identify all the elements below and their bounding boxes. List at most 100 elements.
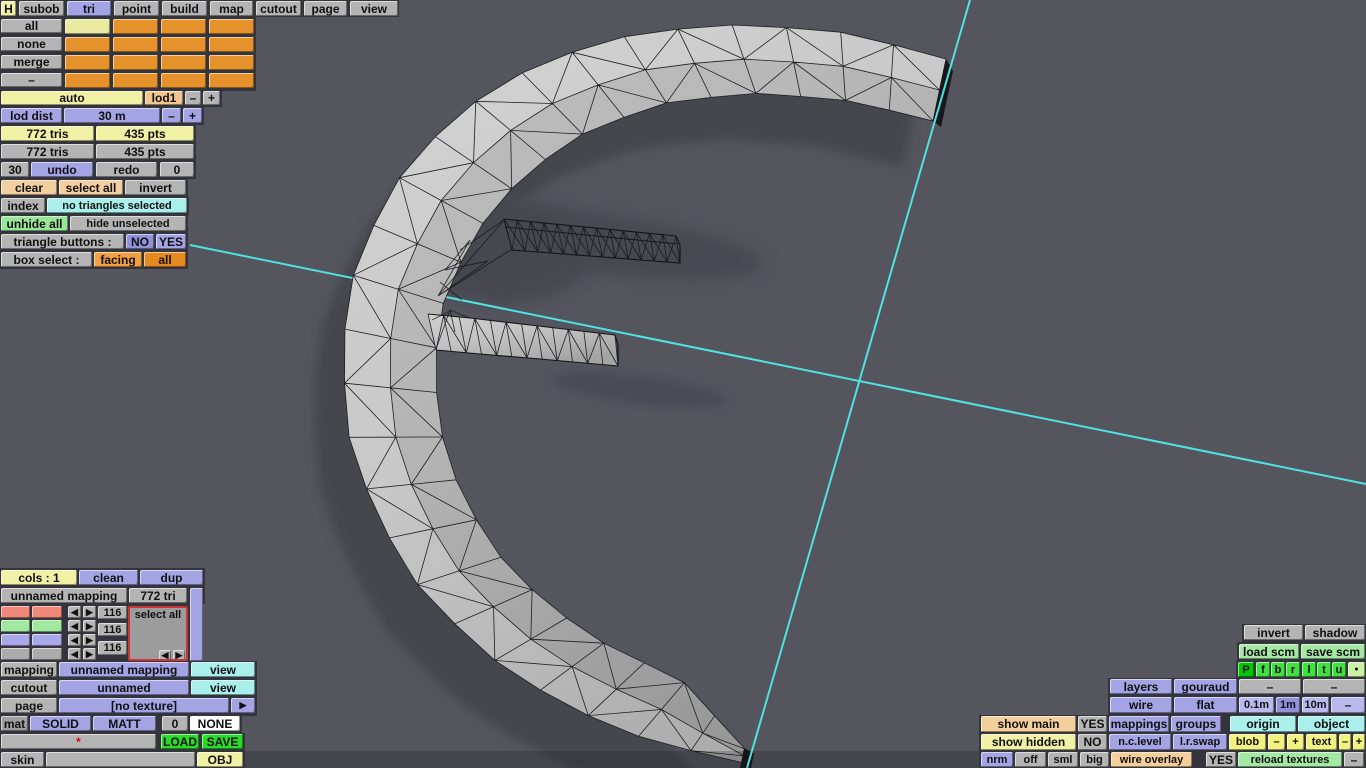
layers-button[interactable]: layers (1110, 679, 1172, 694)
channel-swatch[interactable] (32, 620, 62, 632)
mat-finish-button[interactable]: MATT (93, 716, 156, 731)
mat-texture[interactable]: NONE (190, 716, 240, 731)
channel-swatch[interactable] (1, 648, 30, 660)
arrow-right-icon[interactable]: ▶ (83, 648, 96, 660)
channel-swatch[interactable] (32, 634, 62, 646)
arrow-left-icon[interactable]: ◀ (68, 606, 81, 618)
page-row-label[interactable]: page (1, 698, 57, 713)
lod-dist-plus-button[interactable]: + (183, 108, 202, 123)
redo-button[interactable]: redo (96, 162, 157, 177)
show-main-toggle[interactable]: YES (1078, 716, 1107, 732)
channel-value[interactable]: 116 (98, 606, 127, 619)
subob-cell[interactable] (65, 55, 110, 70)
mapping-scrollbar[interactable] (190, 588, 203, 661)
tab-subob[interactable]: subob (19, 1, 64, 16)
channel-swatch[interactable] (1, 606, 30, 618)
channel-value[interactable]: 116 (98, 623, 127, 636)
view-letter-r[interactable]: r (1286, 662, 1300, 677)
blob-plus-button[interactable]: + (1287, 734, 1304, 750)
subob-cell[interactable] (209, 73, 254, 88)
grid-dash-button[interactable]: – (1331, 697, 1365, 713)
skin-value-field[interactable] (46, 752, 195, 767)
groups-button[interactable]: groups (1171, 716, 1221, 732)
channel-swatch[interactable] (32, 606, 62, 618)
origin-button[interactable]: origin (1230, 716, 1296, 732)
lod-plus-button[interactable]: + (203, 91, 220, 105)
cutout-view-button[interactable]: view (191, 680, 255, 695)
box-select-facing[interactable]: facing (94, 252, 142, 267)
invert-button[interactable]: invert (125, 180, 186, 195)
subob-cell[interactable] (209, 19, 254, 34)
channel-swatch[interactable] (1, 634, 30, 646)
object-button[interactable]: object (1298, 716, 1365, 732)
nrm-big-button[interactable]: big (1080, 752, 1109, 767)
lod-dist-minus-button[interactable]: – (162, 108, 181, 123)
undo-button[interactable]: undo (31, 162, 93, 177)
triangle-buttons-no[interactable]: NO (126, 234, 154, 249)
subob-cell[interactable] (65, 73, 110, 88)
tab-point[interactable]: point (114, 1, 159, 16)
mapping-row-value[interactable]: unnamed mapping (59, 662, 189, 677)
reload-dash-button[interactable]: – (1344, 752, 1364, 767)
arrow-left-icon[interactable]: ◀ (68, 648, 81, 660)
subob-cell[interactable] (113, 55, 158, 70)
mat-num[interactable]: 0 (162, 716, 188, 731)
reload-textures-button[interactable]: reload textures (1238, 752, 1342, 767)
grid-1m-button[interactable]: 1m (1276, 697, 1300, 713)
subob-cell[interactable] (113, 19, 158, 34)
tab-view[interactable]: view (350, 1, 398, 16)
nc-level-button[interactable]: n.c.level (1109, 734, 1171, 750)
nrm-sml-button[interactable]: sml (1048, 752, 1078, 767)
subob-cell[interactable] (209, 37, 254, 52)
subob-cell[interactable] (113, 37, 158, 52)
cols-button[interactable]: cols : 1 (1, 570, 77, 585)
view-letter-l[interactable]: l (1302, 662, 1316, 677)
cutout-row-value[interactable]: unnamed (59, 680, 189, 695)
page-row-value[interactable]: [no texture] (59, 698, 229, 713)
nrm-button[interactable]: nrm (981, 752, 1013, 767)
load-scm-button[interactable]: load scm (1239, 644, 1299, 659)
channel-swatch[interactable] (32, 648, 62, 660)
mat-type-button[interactable]: SOLID (30, 716, 91, 731)
show-hidden-button[interactable]: show hidden (981, 734, 1076, 750)
grid-0-1m-button[interactable]: 0.1m (1239, 697, 1274, 713)
triangle-buttons-yes[interactable]: YES (156, 234, 186, 249)
dash-button[interactable]: – (1303, 679, 1365, 694)
dash-button[interactable]: – (1239, 679, 1301, 694)
view-letter-b[interactable]: b (1271, 662, 1285, 677)
save-scm-button[interactable]: save scm (1301, 644, 1365, 659)
mapping-row-label[interactable]: mapping (1, 662, 57, 677)
lod-dist-value[interactable]: 30 m (64, 108, 160, 123)
view-letter-f[interactable]: f (1256, 662, 1270, 677)
arrow-right-icon[interactable]: ▶ (83, 606, 96, 618)
blob-button[interactable]: blob (1229, 734, 1266, 750)
select-all-button[interactable]: select all (59, 180, 123, 195)
load-button[interactable]: LOAD (161, 734, 199, 749)
arrow-left-icon[interactable]: ◀ (68, 620, 81, 632)
tab-page[interactable]: page (304, 1, 347, 16)
blob-minus-button[interactable]: – (1268, 734, 1285, 750)
view-letter-u[interactable]: u (1332, 662, 1346, 677)
text-plus-button[interactable]: + (1353, 734, 1365, 750)
arrow-right-icon[interactable]: ▶ (83, 634, 96, 646)
wire-button[interactable]: wire (1110, 697, 1172, 713)
text-minus-button[interactable]: – (1339, 734, 1351, 750)
arrow-right-icon[interactable]: ▶ (173, 650, 185, 659)
tab-h[interactable]: H (1, 1, 16, 16)
format-obj-button[interactable]: OBJ (197, 752, 243, 767)
dup-button[interactable]: dup (140, 570, 203, 585)
channel-swatch[interactable] (1, 620, 30, 632)
subob-none-button[interactable]: none (1, 37, 62, 51)
hide-unselected-button[interactable]: hide unselected (70, 216, 186, 231)
clean-button[interactable]: clean (79, 570, 138, 585)
subob-cell-selected[interactable] (65, 19, 110, 34)
mappings-button[interactable]: mappings (1109, 716, 1169, 732)
unhide-all-button[interactable]: unhide all (1, 216, 68, 231)
wire-overlay-button[interactable]: wire overlay (1111, 752, 1192, 767)
flat-button[interactable]: flat (1174, 697, 1237, 713)
subob-cell[interactable] (161, 37, 206, 52)
clear-button[interactable]: clear (1, 180, 57, 195)
subob-cell[interactable] (161, 55, 206, 70)
subob-cell[interactable] (113, 73, 158, 88)
view-dot-icon[interactable]: ● (1348, 662, 1365, 677)
